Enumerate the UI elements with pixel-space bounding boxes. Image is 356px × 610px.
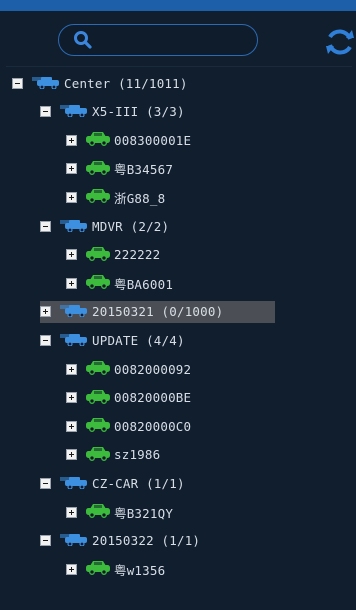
tree-item-label: 粤B321QY [114, 505, 174, 521]
tree-item-label: 008300001E [114, 132, 192, 148]
vehicle-group-icon [59, 302, 89, 321]
tree-group-row[interactable]: CZ-CAR (1/1) [40, 472, 185, 494]
car-icon [85, 245, 111, 265]
collapse-icon[interactable] [40, 106, 51, 118]
tree-group-row[interactable]: MDVR (2/2) [40, 215, 169, 237]
tree-item-label: 浙G88_8 [114, 190, 166, 206]
tree-item-label: 00820000C0 [114, 418, 192, 434]
tree-item-label: sz1986 [114, 447, 161, 463]
tree-item-label: 0082000092 [114, 361, 192, 377]
car-icon [85, 273, 111, 293]
tree-group-row[interactable]: Center (11/1011) [12, 72, 188, 94]
vehicle-group-icon [59, 217, 89, 236]
car-icon [85, 416, 111, 436]
tree-item-label: 20150321 (0/1000) [92, 304, 224, 320]
expand-icon[interactable] [66, 563, 77, 575]
top-accent-bar [0, 0, 356, 11]
tree-vehicle-row[interactable]: 粤BA6001 [66, 272, 173, 294]
tree-item-label: 20150322 (1/1) [92, 533, 201, 549]
tree-item-label: CZ-CAR (1/1) [92, 475, 185, 491]
tree-group-row[interactable]: 20150321 (0/1000) [40, 300, 275, 323]
collapse-icon[interactable] [40, 535, 51, 547]
expand-icon[interactable] [40, 306, 51, 318]
car-icon [85, 388, 111, 408]
vehicle-group-icon [59, 531, 89, 550]
search-icon[interactable] [73, 30, 93, 54]
collapse-icon[interactable] [40, 220, 51, 232]
tree-group-row[interactable]: UPDATE (4/4) [40, 329, 185, 351]
tree-item-label: 222222 [114, 247, 161, 263]
tree-vehicle-row[interactable]: 粤B321QY [66, 501, 173, 523]
tree-vehicle-row[interactable]: 222222 [66, 244, 160, 266]
collapse-icon[interactable] [40, 477, 51, 489]
expand-icon[interactable] [66, 134, 77, 146]
expand-icon[interactable] [66, 249, 77, 261]
tree-item-label: Center (11/1011) [64, 75, 188, 91]
expand-icon[interactable] [66, 420, 77, 432]
tree-vehicle-row[interactable]: 00820000BE [66, 387, 191, 409]
divider [6, 66, 352, 67]
expand-icon[interactable] [66, 191, 77, 203]
search-input[interactable] [58, 24, 258, 56]
car-icon [85, 359, 111, 379]
vehicle-group-icon [59, 331, 89, 350]
car-icon [85, 559, 111, 579]
tree-vehicle-row[interactable]: 浙G88_8 [66, 186, 165, 208]
expand-icon[interactable] [66, 163, 77, 175]
tree-group-row[interactable]: 20150322 (1/1) [40, 530, 200, 552]
tree-item-label: 00820000BE [114, 390, 192, 406]
tree-item-label: X5-III (3/3) [92, 104, 185, 120]
tree-item-label: 粤B34567 [114, 162, 174, 178]
expand-icon[interactable] [66, 392, 77, 404]
expand-icon[interactable] [66, 506, 77, 518]
vehicle-group-icon [31, 74, 61, 93]
car-icon [85, 502, 111, 522]
car-icon [85, 159, 111, 179]
tree-group-row[interactable]: X5-III (3/3) [40, 101, 185, 123]
tree-item-label: MDVR (2/2) [92, 218, 170, 234]
refresh-icon[interactable] [324, 28, 356, 60]
tree-vehicle-row[interactable]: 0082000092 [66, 358, 191, 380]
tree-vehicle-row[interactable]: 008300001E [66, 129, 191, 151]
tree-vehicle-row[interactable]: 粤B34567 [66, 158, 173, 180]
vehicle-group-icon [59, 474, 89, 493]
car-icon [85, 130, 111, 150]
collapse-icon[interactable] [12, 77, 23, 89]
vehicle-group-icon [59, 102, 89, 121]
car-icon [85, 187, 111, 207]
tree-vehicle-row[interactable]: 粤w1356 [66, 558, 165, 580]
collapse-icon[interactable] [40, 334, 51, 346]
expand-icon[interactable] [66, 449, 77, 461]
expand-icon[interactable] [66, 363, 77, 375]
tree-item-label: 粤w1356 [114, 562, 166, 578]
tree-vehicle-row[interactable]: sz1986 [66, 444, 160, 466]
car-icon [85, 445, 111, 465]
expand-icon[interactable] [66, 277, 77, 289]
tree-item-label: UPDATE (4/4) [92, 332, 185, 348]
tree-item-label: 粤BA6001 [114, 276, 174, 292]
tree-vehicle-row[interactable]: 00820000C0 [66, 415, 191, 437]
